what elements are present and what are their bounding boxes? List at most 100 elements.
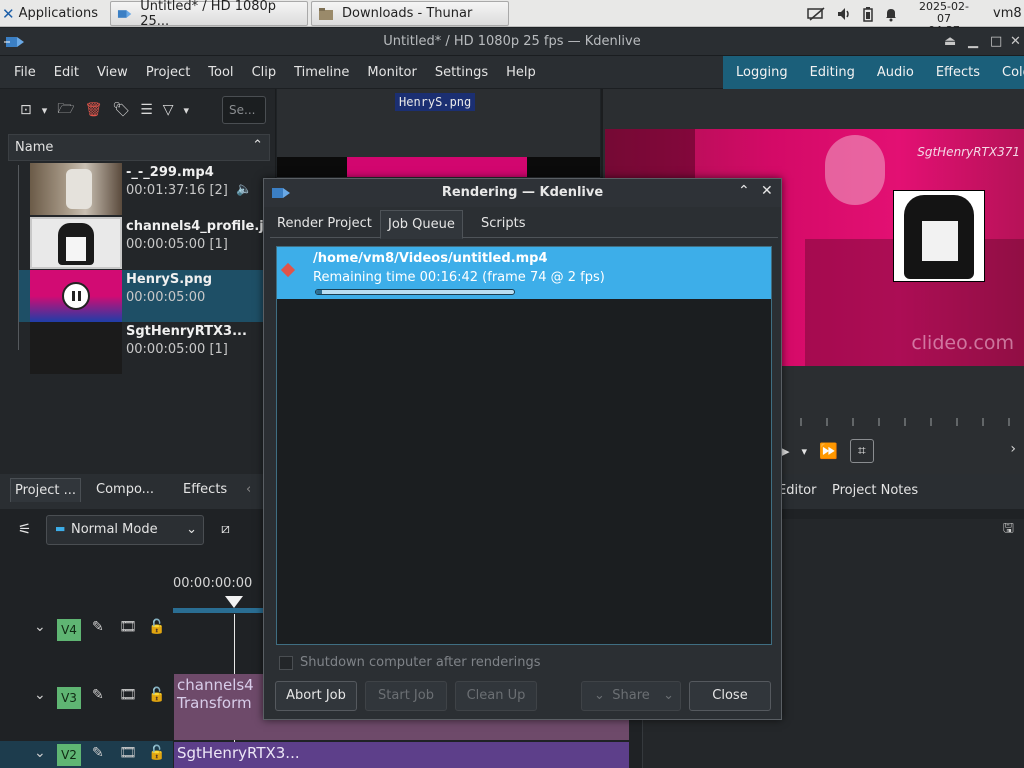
tag-icon[interactable]: 🏷 <box>112 102 130 118</box>
settings-sliders-icon[interactable]: ⚟ <box>18 520 31 538</box>
chevron-down-icon[interactable]: ▾ <box>184 104 190 117</box>
layout-audio[interactable]: Audio <box>864 65 923 80</box>
applications-menu[interactable]: ✕ Applications <box>0 0 98 27</box>
clean-up-button[interactable]: Clean Up <box>455 681 537 711</box>
chevron-up-icon: ⌃ <box>252 138 263 153</box>
tab-editor[interactable]: Editor <box>778 483 816 498</box>
chevron-down-icon: ⌄ <box>594 688 605 703</box>
bin-clip-selected[interactable]: HenryS.png 00:00:05:00 <box>18 270 270 322</box>
tab-effects[interactable]: Effects <box>183 482 227 497</box>
timeline-clip[interactable]: SgtHenryRTX3... <box>174 742 629 768</box>
chevron-right-icon[interactable]: › <box>1010 441 1016 457</box>
layout-logging[interactable]: Logging <box>723 65 797 80</box>
job-progress-fill <box>316 290 322 294</box>
dialog-titlebar: Rendering — Kdenlive ⌃ ✕ <box>264 179 781 207</box>
razor-icon[interactable]: ⧄ <box>221 521 230 537</box>
track-header-v2: ⌄ V2 ✎ 🎞 🔓 <box>0 741 173 768</box>
clip-monitor-frame[interactable] <box>277 157 600 177</box>
layout-editing[interactable]: Editing <box>797 65 864 80</box>
collapse-icon[interactable]: ⌄ <box>34 687 46 703</box>
close-button[interactable]: Close <box>689 681 771 711</box>
tab-project-notes[interactable]: Project Notes <box>832 483 918 498</box>
chevron-down-icon[interactable]: ▾ <box>802 445 808 458</box>
bin-clip[interactable]: -_-_299.mp4 00:01:37:16 [2] 🔈 <box>18 163 270 215</box>
effects-wand-icon[interactable]: ✎ <box>92 619 104 635</box>
bin-clip[interactable]: SgtHenryRTX3... 00:00:05:00 [1] <box>18 322 270 374</box>
collapse-icon[interactable]: ⌄ <box>34 745 46 761</box>
menu-edit[interactable]: Edit <box>45 65 88 80</box>
close-icon[interactable]: ✕ <box>761 183 773 199</box>
tab-project-bin[interactable]: Project ... <box>10 478 82 502</box>
tab-compositions[interactable]: Compo... <box>96 482 154 497</box>
battery-icon[interactable] <box>862 6 874 22</box>
shutdown-checkbox-row[interactable]: Shutdown computer after renderings <box>279 655 541 670</box>
crop-icon[interactable]: ⌗ <box>849 439 874 463</box>
fast-forward-icon[interactable]: ⏩ <box>819 442 838 460</box>
menu-tool[interactable]: Tool <box>199 65 242 80</box>
list-view-icon[interactable]: ☰ <box>140 102 153 118</box>
menu-view[interactable]: View <box>88 65 137 80</box>
tab-render-project[interactable]: Render Project <box>270 210 379 237</box>
bin-search-input[interactable]: Se... <box>222 96 266 124</box>
track-header-v3: ⌄ V3 ✎ 🎞 🔓 <box>0 673 173 733</box>
layout-color[interactable]: Color <box>989 65 1024 80</box>
collapse-icon[interactable]: ⌄ <box>34 619 46 635</box>
job-remaining-time: Remaining time 00:16:42 (frame 74 @ 2 fp… <box>313 270 605 285</box>
delete-icon[interactable]: 🗑 <box>85 102 103 118</box>
abort-job-button[interactable]: Abort Job <box>275 681 357 711</box>
menu-clip[interactable]: Clip <box>243 65 286 80</box>
user-menu[interactable]: vm8 <box>993 0 1022 27</box>
start-job-button[interactable]: Start Job <box>365 681 447 711</box>
lock-icon[interactable]: 🔓 <box>148 687 165 703</box>
window-menu-icon[interactable]: ⏏ <box>944 34 956 49</box>
share-button[interactable]: ⌄ Share ⌄ <box>581 681 681 711</box>
effects-wand-icon[interactable]: ✎ <box>92 745 104 761</box>
kdenlive-icon <box>117 9 132 18</box>
tab-scripts[interactable]: Scripts <box>474 210 532 237</box>
close-icon[interactable]: ✕ <box>1010 34 1021 49</box>
volume-icon[interactable] <box>836 6 852 22</box>
notification-bell-icon[interactable] <box>884 6 898 22</box>
menu-project[interactable]: Project <box>137 65 199 80</box>
taskbar-window-thunar[interactable]: Downloads - Thunar <box>311 1 509 26</box>
monitor-controls: ▶ ▾ ⏩ ⌗ <box>778 439 874 463</box>
chevron-down-icon: ⌄ <box>663 688 674 703</box>
edit-mode-select[interactable]: ▬ Normal Mode ⌄ <box>46 515 204 545</box>
chevron-left-icon[interactable]: ‹ <box>246 482 251 497</box>
menu-monitor[interactable]: Monitor <box>358 65 425 80</box>
audio-icon[interactable]: 🔈 <box>236 182 252 197</box>
taskbar-window-kdenlive[interactable]: Untitled* / HD 1080p 25... <box>110 0 308 29</box>
save-icon[interactable]: 🖫 <box>1003 519 1014 541</box>
layout-effects[interactable]: Effects <box>923 65 989 80</box>
track-header-v4: ⌄ V4 ✎ 🎞 🔓 <box>0 605 173 665</box>
timeline-ruler[interactable] <box>173 596 263 614</box>
chevron-down-icon[interactable]: ▾ <box>42 104 48 117</box>
track-label[interactable]: V2 <box>57 744 81 766</box>
folder-open-icon[interactable]: 🗁 <box>57 98 74 122</box>
film-icon[interactable]: 🎞 <box>119 619 137 635</box>
menu-file[interactable]: File <box>5 65 45 80</box>
minimize-icon[interactable]: ▁ <box>968 34 978 49</box>
film-icon[interactable]: 🎞 <box>119 687 137 703</box>
render-job-item[interactable]: /home/vm8/Videos/untitled.mp4 Remaining … <box>277 247 771 299</box>
menu-help[interactable]: Help <box>497 65 545 80</box>
filter-icon[interactable]: ▽ <box>163 102 174 118</box>
network-icon[interactable] <box>806 6 826 22</box>
shutdown-checkbox[interactable] <box>279 655 293 670</box>
track-label[interactable]: V3 <box>57 687 81 709</box>
clock-date: 2025-02-07 <box>919 0 969 25</box>
bin-clip[interactable]: channels4_profile.j 00:00:05:00 [1] <box>18 217 270 269</box>
effects-wand-icon[interactable]: ✎ <box>92 687 104 703</box>
track-label[interactable]: V4 <box>57 619 81 641</box>
film-icon[interactable]: 🎞 <box>119 745 137 761</box>
chevron-up-icon[interactable]: ⌃ <box>738 183 750 199</box>
timeline-timecode: 00:00:00:00 <box>173 576 253 591</box>
menu-timeline[interactable]: Timeline <box>285 65 358 80</box>
add-clip-icon[interactable]: ⊡ <box>20 102 32 118</box>
lock-icon[interactable]: 🔓 <box>148 745 165 761</box>
tab-job-queue[interactable]: Job Queue <box>380 210 463 239</box>
lock-icon[interactable]: 🔓 <box>148 619 165 635</box>
bin-column-header[interactable]: Name ⌃ <box>8 134 270 161</box>
menu-settings[interactable]: Settings <box>426 65 497 80</box>
maximize-icon[interactable]: □ <box>990 34 1002 49</box>
